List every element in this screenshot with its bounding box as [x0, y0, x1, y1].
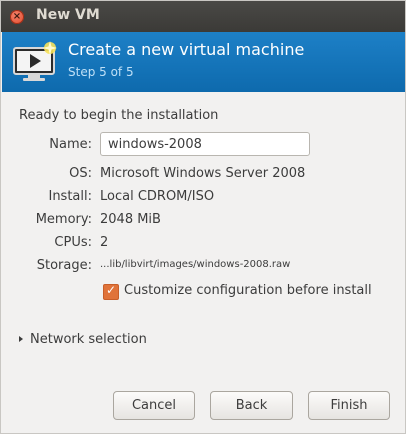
vm-name-input[interactable] — [100, 132, 310, 156]
cancel-button[interactable]: Cancel — [113, 391, 195, 420]
cpus-value: 2 — [100, 235, 109, 250]
os-label: OS: — [69, 166, 92, 181]
expander-arrow-icon[interactable] — [19, 336, 23, 342]
close-icon: × — [12, 11, 22, 22]
storage-label: Storage: — [36, 258, 92, 273]
install-value: Local CDROM/ISO — [100, 189, 215, 204]
finish-button[interactable]: Finish — [308, 391, 390, 420]
close-button[interactable]: × — [10, 10, 24, 24]
monitor-play-icon — [13, 41, 57, 81]
storage-value: ...lib/libvirt/images/windows-2008.raw — [100, 259, 291, 270]
customize-label[interactable]: Customize configuration before install — [124, 283, 372, 298]
summary-heading: Ready to begin the installation — [19, 108, 219, 123]
name-label: Name: — [49, 137, 92, 152]
wizard-step: Step 5 of 5 — [68, 65, 134, 79]
wizard-title: Create a new virtual machine — [68, 40, 305, 59]
customize-checkbox[interactable]: ✓ — [103, 283, 119, 300]
checkmark-icon: ✓ — [105, 283, 117, 297]
network-selection-expander[interactable]: Network selection — [30, 332, 147, 347]
install-label: Install: — [48, 189, 92, 204]
wizard-header: Create a new virtual machine Step 5 of 5 — [2, 32, 405, 92]
memory-label: Memory: — [35, 212, 92, 227]
title-bar[interactable]: × New VM — [1, 1, 405, 32]
cpus-label: CPUs: — [54, 235, 92, 250]
back-button[interactable]: Back — [210, 391, 293, 420]
new-vm-dialog: × New VM Create a new virtual machine St… — [0, 0, 406, 434]
memory-value: 2048 MiB — [100, 212, 161, 227]
os-value: Microsoft Windows Server 2008 — [100, 166, 306, 181]
window-title: New VM — [36, 7, 100, 23]
